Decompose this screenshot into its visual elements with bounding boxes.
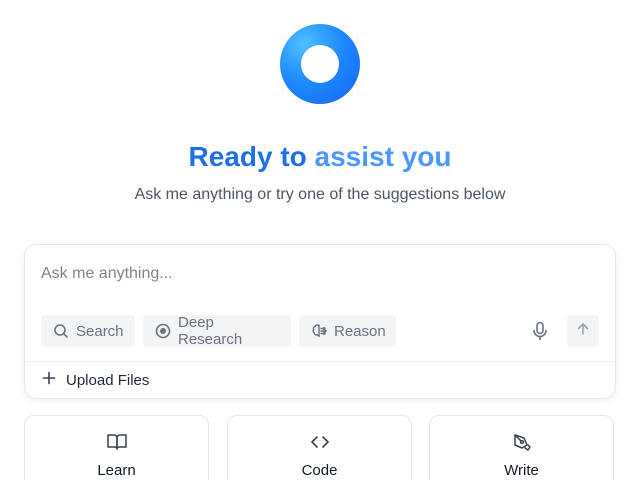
pen-tool-icon (430, 432, 613, 452)
prompt-input[interactable] (41, 261, 581, 287)
brain-icon (311, 323, 327, 339)
reason-label: Reason (334, 322, 386, 340)
arrow-up-icon (576, 322, 590, 341)
title-part-accent: assist you (314, 141, 452, 172)
search-button[interactable]: Search (41, 315, 135, 347)
assistant-logo (280, 24, 360, 104)
title-part-primary: Ready to (188, 141, 307, 172)
target-icon (155, 323, 171, 339)
composer-divider (25, 361, 615, 362)
suggestion-write[interactable]: Write (429, 415, 614, 480)
suggestion-learn-label: Learn (97, 462, 136, 479)
search-button-label: Search (76, 322, 124, 340)
suggestion-code[interactable]: Code (227, 415, 412, 480)
microphone-icon[interactable] (530, 321, 550, 341)
suggestion-learn[interactable]: Learn (24, 415, 209, 480)
deep-research-button[interactable]: Deep Research (143, 314, 291, 348)
deep-research-label: Deep Research (178, 314, 243, 348)
page-subtitle: Ask me anything or try one of the sugges… (134, 186, 506, 203)
chat-composer: Search Deep Research (24, 244, 616, 399)
code-icon (228, 432, 411, 452)
assistant-home: Ready to assist you Ask me anything or t… (0, 0, 640, 480)
suggestion-code-label: Code (301, 462, 338, 479)
upload-files-label: Upload Files (66, 371, 150, 389)
upload-files-button[interactable]: Upload Files (42, 370, 149, 390)
send-button[interactable] (567, 315, 599, 347)
page-title: Ready to assist you (0, 139, 640, 175)
book-open-icon (25, 432, 208, 452)
search-icon (53, 323, 69, 339)
suggestion-write-label: Write (504, 462, 539, 479)
plus-icon (42, 371, 56, 389)
reason-button[interactable]: Reason (299, 315, 396, 347)
